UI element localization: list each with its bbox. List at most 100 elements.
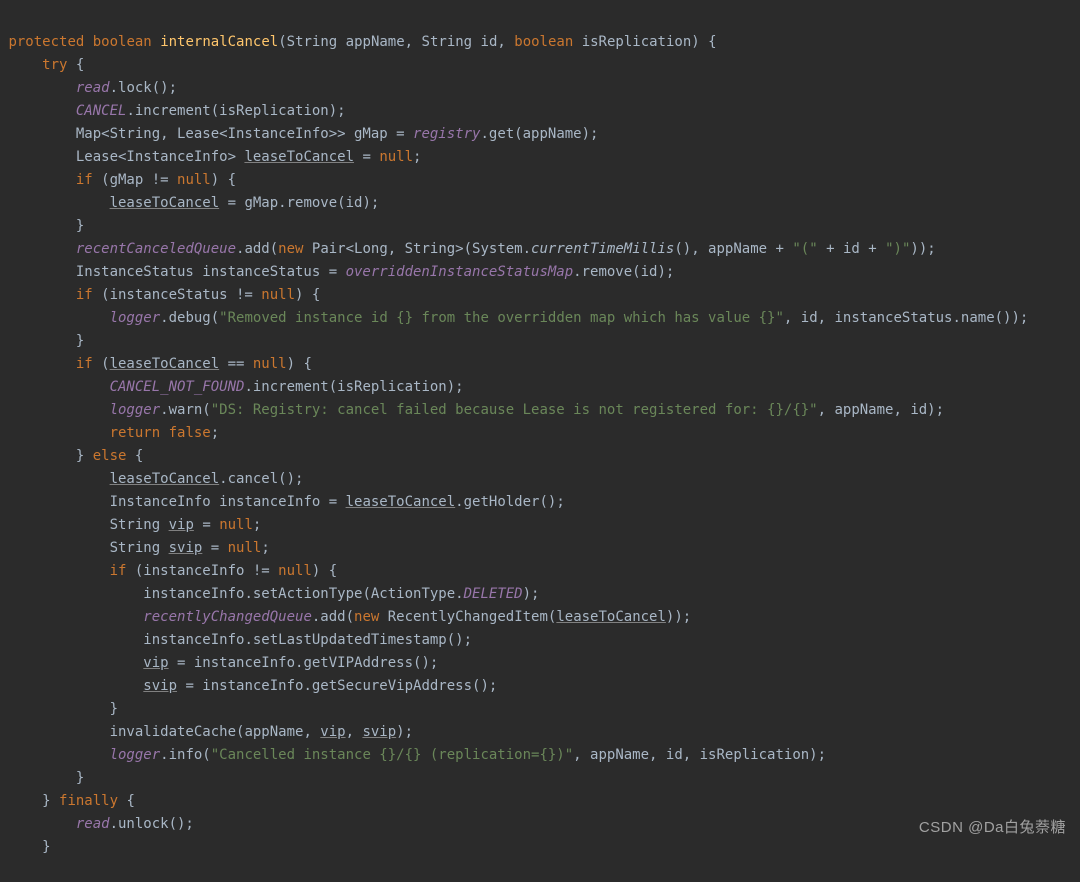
decl: InstanceStatus instanceStatus = [76,264,346,280]
punc: } [110,701,118,717]
punc: ; [261,540,269,556]
punc: ; [253,517,261,533]
punc: ( [278,34,286,50]
watermark-text: CSDN @Da白兔萘糖 [919,816,1066,839]
param: appName [346,34,405,50]
decl: String [110,540,169,556]
method-name: internalCancel [160,34,278,50]
kw-null: null [261,287,295,303]
call: invalidateCache(appName, [110,724,321,740]
punc: { [67,57,84,73]
call: .add( [236,241,278,257]
field-CANCEL_NOT_FOUND: CANCEL_NOT_FOUND [110,379,245,395]
punc: , [405,34,422,50]
decl: Lease<InstanceInfo> [76,149,245,165]
static-call: currentTimeMillis [531,241,674,257]
punc: } [76,333,84,349]
decl: Map<String, Lease<InstanceInfo>> gMap = [76,126,413,142]
kw-new: new [278,241,303,257]
punc: ); [396,724,413,740]
kw-null: null [278,563,312,579]
var-leaseToCancel: leaseToCancel [110,195,220,211]
kw-null: null [253,356,287,372]
type: String [287,34,346,50]
var-leaseToCancel: leaseToCancel [244,149,354,165]
expr: , appName, id, isReplication); [573,747,826,763]
var: svip [143,678,177,694]
expr: , id, instanceStatus.name()); [784,310,1028,326]
field-logger: logger [110,402,161,418]
punc: ) { [287,356,312,372]
expr: = instanceInfo.getSecureVipAddress(); [177,678,497,694]
call: .getHolder(); [455,494,565,510]
kw-null: null [219,517,253,533]
punc: ) { [691,34,716,50]
string: "(" [792,241,817,257]
kw-boolean: boolean [93,34,152,50]
expr: (), appName + [674,241,792,257]
call: .info( [160,747,211,763]
kw-if: if [76,356,93,372]
punc: } [76,770,84,786]
string: "Removed instance id {} from the overrid… [219,310,784,326]
punc: . [126,103,134,119]
cond: (gMap != [93,172,177,188]
call: increment(isReplication); [135,103,346,119]
kw-null: null [379,149,413,165]
call: .warn( [160,402,211,418]
expr: = instanceInfo.getVIPAddress(); [169,655,439,671]
kw-finally: finally [59,793,118,809]
field: overriddenInstanceStatusMap [346,264,574,280]
punc: ) { [312,563,337,579]
kw-null: null [177,172,211,188]
call: Pair<Long, String>(System. [303,241,531,257]
var: vip [169,517,194,533]
cond: == [219,356,253,372]
kw-return: return [110,425,161,441]
call: lock(); [118,80,177,96]
field-read: read [76,816,110,832]
type: String [422,34,481,50]
call: RecentlyChangedItem( [379,609,556,625]
enum-DELETED: DELETED [464,586,523,602]
field-recentCanceledQueue: recentCanceledQueue [76,241,236,257]
ws [160,425,168,441]
cond: (instanceInfo != [126,563,278,579]
param: id [481,34,498,50]
call: instanceInfo.setLastUpdatedTimestamp(); [143,632,472,648]
field-logger: logger [110,310,161,326]
kw-if: if [76,172,93,188]
string: "Cancelled instance {}/{} (replication={… [211,747,573,763]
var: leaseToCancel [110,471,220,487]
kw-try: try [42,57,67,73]
field-registry: registry [413,126,480,142]
punc: } [76,218,84,234]
var: vip [320,724,345,740]
kw-false: false [169,425,211,441]
punc: ( [93,356,110,372]
var: svip [362,724,396,740]
call: .unlock(); [110,816,194,832]
op: = [354,149,379,165]
call: .cancel(); [219,471,303,487]
kw-new: new [354,609,379,625]
cond: (instanceStatus != [93,287,262,303]
punc: ); [523,586,540,602]
punc: } [42,793,59,809]
call: .increment(isReplication); [244,379,463,395]
call: .add( [312,609,354,625]
punc: . [110,80,118,96]
decl: String [110,517,169,533]
punc: { [126,448,143,464]
kw-null: null [228,540,262,556]
code-editor[interactable]: protected boolean internalCancel(String … [0,0,1080,882]
decl: InstanceInfo instanceInfo = [110,494,346,510]
expr: , appName, id); [818,402,944,418]
punc: ; [413,149,421,165]
call: get(appName); [489,126,599,142]
param: isReplication [582,34,692,50]
call: instanceInfo.setActionType(ActionType. [143,586,463,602]
field-recentlyChangedQueue: recentlyChangedQueue [143,609,312,625]
kw-else: else [93,448,127,464]
punc: )); [910,241,935,257]
